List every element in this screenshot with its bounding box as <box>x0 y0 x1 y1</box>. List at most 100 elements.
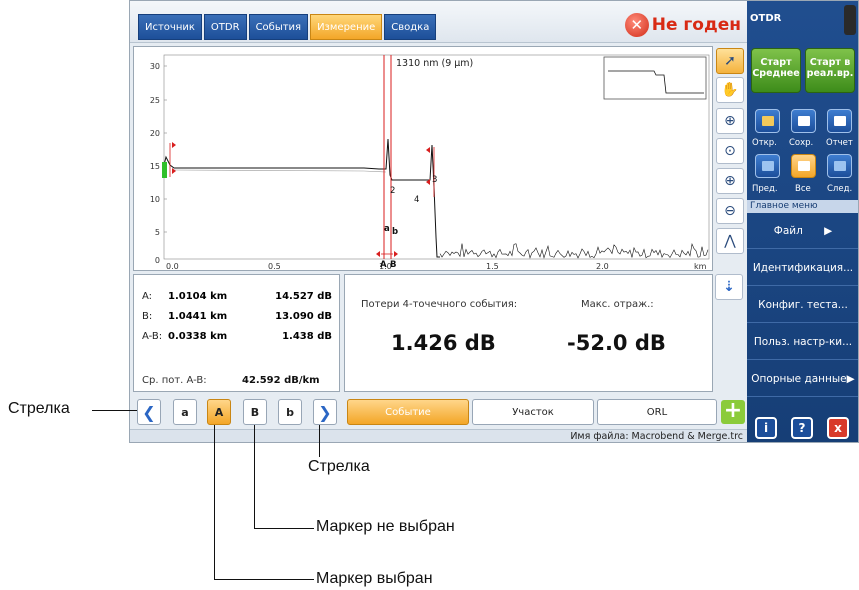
measurement-panel: Потери 4-точечного события: Макс. отраж.… <box>344 274 713 392</box>
menu-item-reference[interactable]: Опорные данные▶ <box>747 361 858 397</box>
status-text: Не годен <box>651 15 741 35</box>
marker-value: 1.438 dB <box>282 331 332 342</box>
event-mode-button[interactable]: Событие <box>347 399 469 425</box>
zoom-in-icon: ⊕ <box>724 173 736 189</box>
tab-bar: Источник OTDR События Измерение Сводка <box>138 14 438 40</box>
open-button[interactable] <box>755 109 780 133</box>
zoom-fit-tool[interactable]: ⊙ <box>716 138 744 164</box>
event-label: 2 <box>390 186 395 196</box>
y-tick-label: 15 <box>150 162 160 171</box>
marker-label: A-B: <box>142 331 163 342</box>
start-realtime-button[interactable]: Старт в реал.вр. <box>805 48 855 93</box>
x-tick-label: 2.0 <box>596 262 609 270</box>
y-tick-label: 20 <box>150 129 160 138</box>
x-tick-label: 0.0 <box>166 262 179 270</box>
y-tick-label: 0 <box>155 256 160 265</box>
marker-value: 13.090 dB <box>275 311 332 322</box>
callout-line <box>254 425 255 528</box>
marker-B-button[interactable]: B <box>243 399 267 425</box>
prev-icon <box>761 161 774 171</box>
pointer-tool[interactable]: ➚ <box>716 48 744 74</box>
next-icon <box>833 161 846 171</box>
save-label: Сохр. <box>789 138 814 148</box>
all-button[interactable] <box>791 154 816 178</box>
info-button[interactable]: i <box>755 417 777 439</box>
zoom-out-tool[interactable]: ⊖ <box>716 198 744 224</box>
otdr-app-window: Источник OTDR События Измерение Сводка ✕… <box>129 0 859 443</box>
close-button[interactable]: x <box>827 417 849 439</box>
chevron-right-icon: ▶ <box>824 225 833 237</box>
main-menu-header: Главное меню <box>747 200 858 213</box>
help-button[interactable]: ? <box>791 417 813 439</box>
save-button[interactable] <box>791 109 816 133</box>
orl-mode-button[interactable]: ORL <box>597 399 717 425</box>
add-icon[interactable]: + <box>721 400 745 424</box>
x-unit-label: km <box>694 262 707 270</box>
waveform-icon: ⋀ <box>724 233 736 249</box>
report-icon <box>833 116 846 126</box>
tab-summary[interactable]: Сводка <box>384 14 437 40</box>
tab-source[interactable]: Источник <box>138 14 202 40</box>
disk-icon <box>797 116 810 126</box>
tab-measurement[interactable]: Измерение <box>310 14 383 40</box>
menu-item-label: Опорные данные <box>751 373 847 385</box>
zoom-in-tool[interactable]: ⊕ <box>716 168 744 194</box>
wavelength-label: 1310 nm (9 µm) <box>396 58 473 69</box>
annotation-arrow-bottom: Стрелка <box>308 458 370 475</box>
y-tick-label: 30 <box>150 62 160 71</box>
avg-loss-value: 42.592 dB/km <box>242 375 320 386</box>
right-panel: OTDR Старт Среднее Старт в реал.вр. Откр… <box>747 1 858 442</box>
menu-item-user-prefs[interactable]: Польз. настр-ки... <box>747 324 858 360</box>
prev-button[interactable] <box>755 154 780 178</box>
zoom-area-icon: ⊕ <box>724 113 736 129</box>
marker-label: B: <box>142 311 153 322</box>
callout-line <box>214 425 215 579</box>
avg-loss-label: Ср. пот. A-B: <box>142 375 207 386</box>
reflectance-label: Макс. отраж.: <box>581 299 654 310</box>
x-tick-label: 0.5 <box>268 262 281 270</box>
open-label: Откр. <box>752 138 777 148</box>
callout-line <box>92 410 137 411</box>
annotation-arrow-left: Стрелка <box>8 400 70 417</box>
trace-graph[interactable]: 30 25 20 15 10 5 0 0.0 0.5 1.0 1.5 2.0 k… <box>133 46 713 271</box>
marker-distance: 0.0338 km <box>168 331 228 342</box>
marker-prev-arrow-button[interactable]: ❮ <box>137 399 161 425</box>
pan-tool[interactable]: ✋ <box>716 77 744 103</box>
callout-line <box>254 528 314 529</box>
tab-otdr[interactable]: OTDR <box>203 14 247 40</box>
marker-b-label: b <box>392 227 398 237</box>
status-indicator: ✕ Не годен <box>624 13 741 37</box>
marker-distance: 1.0441 km <box>168 311 228 322</box>
callout-line <box>214 579 314 580</box>
menu-item-test-config[interactable]: Конфиг. теста... <box>747 287 858 323</box>
next-button[interactable] <box>827 154 852 178</box>
all-icon <box>797 161 810 171</box>
menu-item-file[interactable]: Файл ▶ <box>747 213 858 249</box>
marker-next-arrow-button[interactable]: ❯ <box>313 399 337 425</box>
fail-icon: ✕ <box>624 13 649 37</box>
marker-a-button[interactable]: a <box>173 399 197 425</box>
collapse-button[interactable]: ⇣ <box>715 274 743 300</box>
tab-events[interactable]: События <box>248 14 309 40</box>
menu-item-label: Файл <box>773 225 803 237</box>
callout-line <box>319 425 320 457</box>
zoom-area-tool[interactable]: ⊕ <box>716 108 744 134</box>
start-average-button[interactable]: Старт Среднее <box>751 48 801 93</box>
annotation-marker-selected: Маркер выбран <box>316 570 433 587</box>
menu-item-identification[interactable]: Идентификация... <box>747 250 858 286</box>
section-mode-button[interactable]: Участок <box>472 399 594 425</box>
report-label: Отчет <box>826 138 853 148</box>
zoom-fit-icon: ⊙ <box>724 143 736 159</box>
report-button[interactable] <box>827 109 852 133</box>
marker-b-button[interactable]: b <box>278 399 302 425</box>
loss-value: 1.426 dB <box>391 331 496 355</box>
next-label: След. <box>827 184 853 194</box>
y-tick-label: 10 <box>150 195 160 204</box>
marker-A-button[interactable]: A <box>207 399 231 425</box>
auto-fit-tool[interactable]: ⋀ <box>716 228 744 254</box>
prev-label: Пред. <box>752 184 778 194</box>
panel-title: OTDR <box>750 13 782 24</box>
top-bar: Источник OTDR События Измерение Сводка ✕… <box>130 1 747 43</box>
arrow-down-icon: ⇣ <box>723 279 735 295</box>
filename-bar: Имя файла: Macrobend & Merge.trc <box>130 429 747 442</box>
